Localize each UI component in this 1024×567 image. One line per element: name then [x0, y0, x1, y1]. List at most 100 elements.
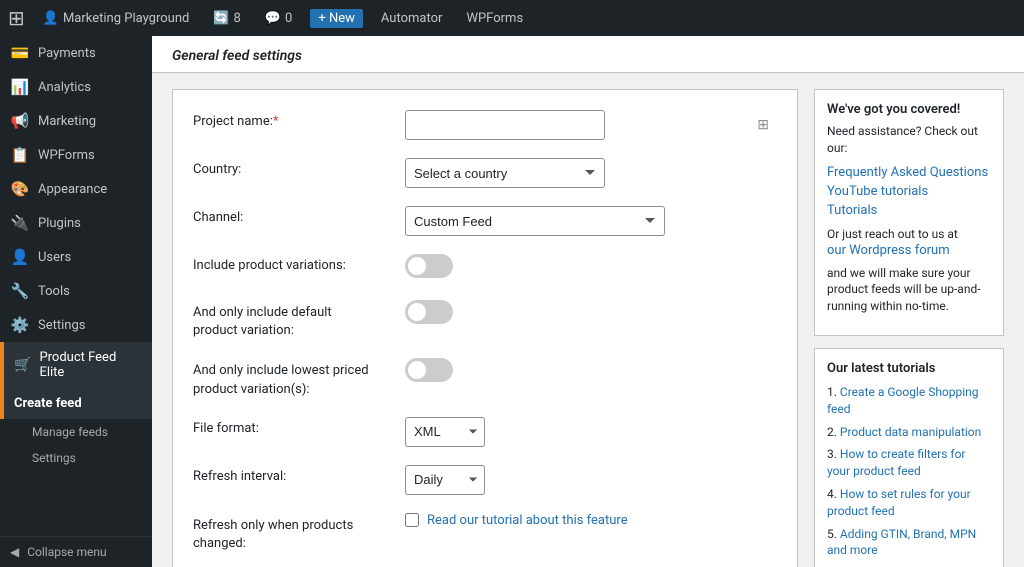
file-format-label: File format:	[193, 417, 393, 436]
default-variation-label: And only include defaultproduct variatio…	[193, 300, 393, 340]
tutorial-link-2[interactable]: Product data manipulation	[840, 425, 981, 439]
refresh-on-change-checkbox[interactable]	[405, 513, 419, 527]
include-variations-row: Include product variations:	[193, 254, 777, 282]
help-box-subtitle: Need assistance? Check out our:	[827, 123, 991, 157]
forum-link[interactable]: our Wordpress forum	[827, 242, 991, 260]
product-feed-icon: 🛒	[14, 357, 31, 373]
payments-icon: 💳	[10, 44, 30, 62]
refresh-on-change-label: Refresh only when products changed:	[193, 513, 393, 553]
wpforms-sidebar-icon: 📋	[10, 146, 30, 164]
automator-item[interactable]: Automator	[375, 11, 449, 26]
sidebar-item-users[interactable]: 👤 Users	[0, 240, 152, 274]
include-variations-control	[405, 254, 777, 282]
settings-icon: ⚙️	[10, 316, 30, 334]
channel-control: Custom Feed Google Shopping Facebook Cat…	[405, 206, 777, 236]
new-button[interactable]: + New	[310, 9, 363, 28]
tutorial-link-4[interactable]: How to set rules for your product feed	[827, 487, 971, 518]
sidebar: 💳 Payments 📊 Analytics 📢 Marketing 📋 WPF…	[0, 36, 152, 567]
sidebar-subitem-manage-feeds[interactable]: Manage feeds	[0, 419, 152, 445]
country-control: Select a country United States United Ki…	[405, 158, 777, 188]
refresh-on-change-tutorial-link[interactable]: Read our tutorial about this feature	[427, 513, 628, 528]
sidebar-item-appearance[interactable]: 🎨 Appearance	[0, 172, 152, 206]
lowest-priced-control	[405, 358, 777, 386]
sidebar-item-wpforms[interactable]: 📋 WPForms	[0, 138, 152, 172]
sidebar-item-tools[interactable]: 🔧 Tools	[0, 274, 152, 308]
refresh-on-change-row: Refresh only when products changed: Read…	[193, 513, 777, 553]
form-panel: Project name:* ⊞ Country: Select a count…	[172, 89, 798, 567]
main-content: General feed settings Project name:* ⊞	[152, 36, 1024, 567]
tutorial-link-3[interactable]: How to create filters for your product f…	[827, 447, 966, 478]
country-label: Country:	[193, 158, 393, 177]
marketing-icon: 📢	[10, 112, 30, 130]
page-title: General feed settings	[172, 48, 1004, 64]
refresh-interval-select[interactable]: Daily Hourly Weekly Monthly	[405, 465, 485, 495]
lowest-toggle-slider	[405, 358, 453, 382]
sidebar-item-payments[interactable]: 💳 Payments	[0, 36, 152, 70]
sidebar-item-plugins[interactable]: 🔌 Plugins	[0, 206, 152, 240]
channel-row: Channel: Custom Feed Google Shopping Fac…	[193, 206, 777, 236]
youtube-link[interactable]: YouTube tutorials	[827, 184, 991, 199]
tutorial-item-1: 1. Create a Google Shopping feed	[827, 384, 991, 418]
tutorial-link-5[interactable]: Adding GTIN, Brand, MPN and more	[827, 527, 976, 558]
analytics-icon: 📊	[10, 78, 30, 96]
comments-item[interactable]: 💬 0	[259, 11, 299, 26]
refresh-interval-control: Daily Hourly Weekly Monthly	[405, 465, 777, 495]
channel-select[interactable]: Custom Feed Google Shopping Facebook Cat…	[405, 206, 665, 236]
refresh-interval-row: Refresh interval: Daily Hourly Weekly Mo…	[193, 465, 777, 495]
wpforms-item[interactable]: WPForms	[460, 11, 529, 26]
tools-icon: 🔧	[10, 282, 30, 300]
channel-label: Channel:	[193, 206, 393, 225]
users-icon: 👤	[10, 248, 30, 266]
sidebar-item-product-feed-elite[interactable]: 🛒 Product Feed Elite	[0, 342, 152, 388]
tutorials-box: Our latest tutorials 1. Create a Google …	[814, 348, 1004, 567]
project-name-label: Project name:*	[193, 110, 393, 129]
lowest-priced-label: And only include lowest pricedproduct va…	[193, 358, 393, 398]
collapse-menu-button[interactable]: ◀ Collapse menu	[0, 536, 152, 567]
default-toggle-slider	[405, 300, 453, 324]
updates-item[interactable]: 🔄 8	[207, 11, 247, 26]
plugins-icon: 🔌	[10, 214, 30, 232]
tutorial-item-5: 5. Adding GTIN, Brand, MPN and more	[827, 526, 991, 560]
tutorial-item-4: 4. How to set rules for your product fee…	[827, 486, 991, 520]
refresh-interval-label: Refresh interval:	[193, 465, 393, 484]
faq-link[interactable]: Frequently Asked Questions	[827, 165, 991, 180]
user-icon: 👤	[43, 11, 59, 26]
updates-icon: 🔄	[213, 11, 229, 26]
wp-logo-icon[interactable]: ⊞	[8, 6, 25, 30]
file-format-row: File format: XML CSV TXT	[193, 417, 777, 447]
tutorial-item-2: 2. Product data manipulation	[827, 424, 991, 441]
default-variation-control	[405, 300, 777, 328]
default-variation-toggle[interactable]	[405, 300, 453, 324]
lowest-priced-toggle[interactable]	[405, 358, 453, 382]
sidebar-item-create-feed[interactable]: Create feed	[0, 388, 152, 419]
help-box: We've got you covered! Need assistance? …	[814, 89, 1004, 336]
project-name-input[interactable]	[405, 110, 605, 140]
tutorials-box-title: Our latest tutorials	[827, 361, 991, 376]
include-variations-toggle[interactable]	[405, 254, 453, 278]
sidebar-item-marketing[interactable]: 📢 Marketing	[0, 104, 152, 138]
help-box-title: We've got you covered!	[827, 102, 991, 117]
file-format-select[interactable]: XML CSV TXT	[405, 417, 485, 447]
tutorials-link[interactable]: Tutorials	[827, 203, 991, 218]
sidebar-subitem-settings[interactable]: Settings	[0, 445, 152, 471]
help-panel: We've got you covered! Need assistance? …	[814, 89, 1004, 567]
required-marker: *	[273, 114, 279, 129]
file-format-control: XML CSV TXT	[405, 417, 777, 447]
tutorial-link-1[interactable]: Create a Google Shopping feed	[827, 385, 979, 416]
country-select[interactable]: Select a country United States United Ki…	[405, 158, 605, 188]
toggle-slider	[405, 254, 453, 278]
refresh-on-change-control: Read our tutorial about this feature	[405, 513, 777, 528]
site-name[interactable]: 👤 Marketing Playground	[37, 11, 196, 26]
collapse-icon: ◀	[10, 545, 19, 559]
tutorial-item-3: 3. How to create filters for your produc…	[827, 446, 991, 480]
sidebar-item-settings[interactable]: ⚙️ Settings	[0, 308, 152, 342]
sidebar-item-analytics[interactable]: 📊 Analytics	[0, 70, 152, 104]
lowest-priced-row: And only include lowest pricedproduct va…	[193, 358, 777, 398]
include-variations-label: Include product variations:	[193, 254, 393, 273]
default-variation-row: And only include defaultproduct variatio…	[193, 300, 777, 340]
comments-icon: 💬	[265, 11, 281, 26]
input-edit-icon: ⊞	[757, 117, 769, 133]
admin-bar: ⊞ 👤 Marketing Playground 🔄 8 💬 0 + New A…	[0, 0, 1024, 36]
project-name-control: ⊞	[405, 110, 777, 140]
project-name-row: Project name:* ⊞	[193, 110, 777, 140]
